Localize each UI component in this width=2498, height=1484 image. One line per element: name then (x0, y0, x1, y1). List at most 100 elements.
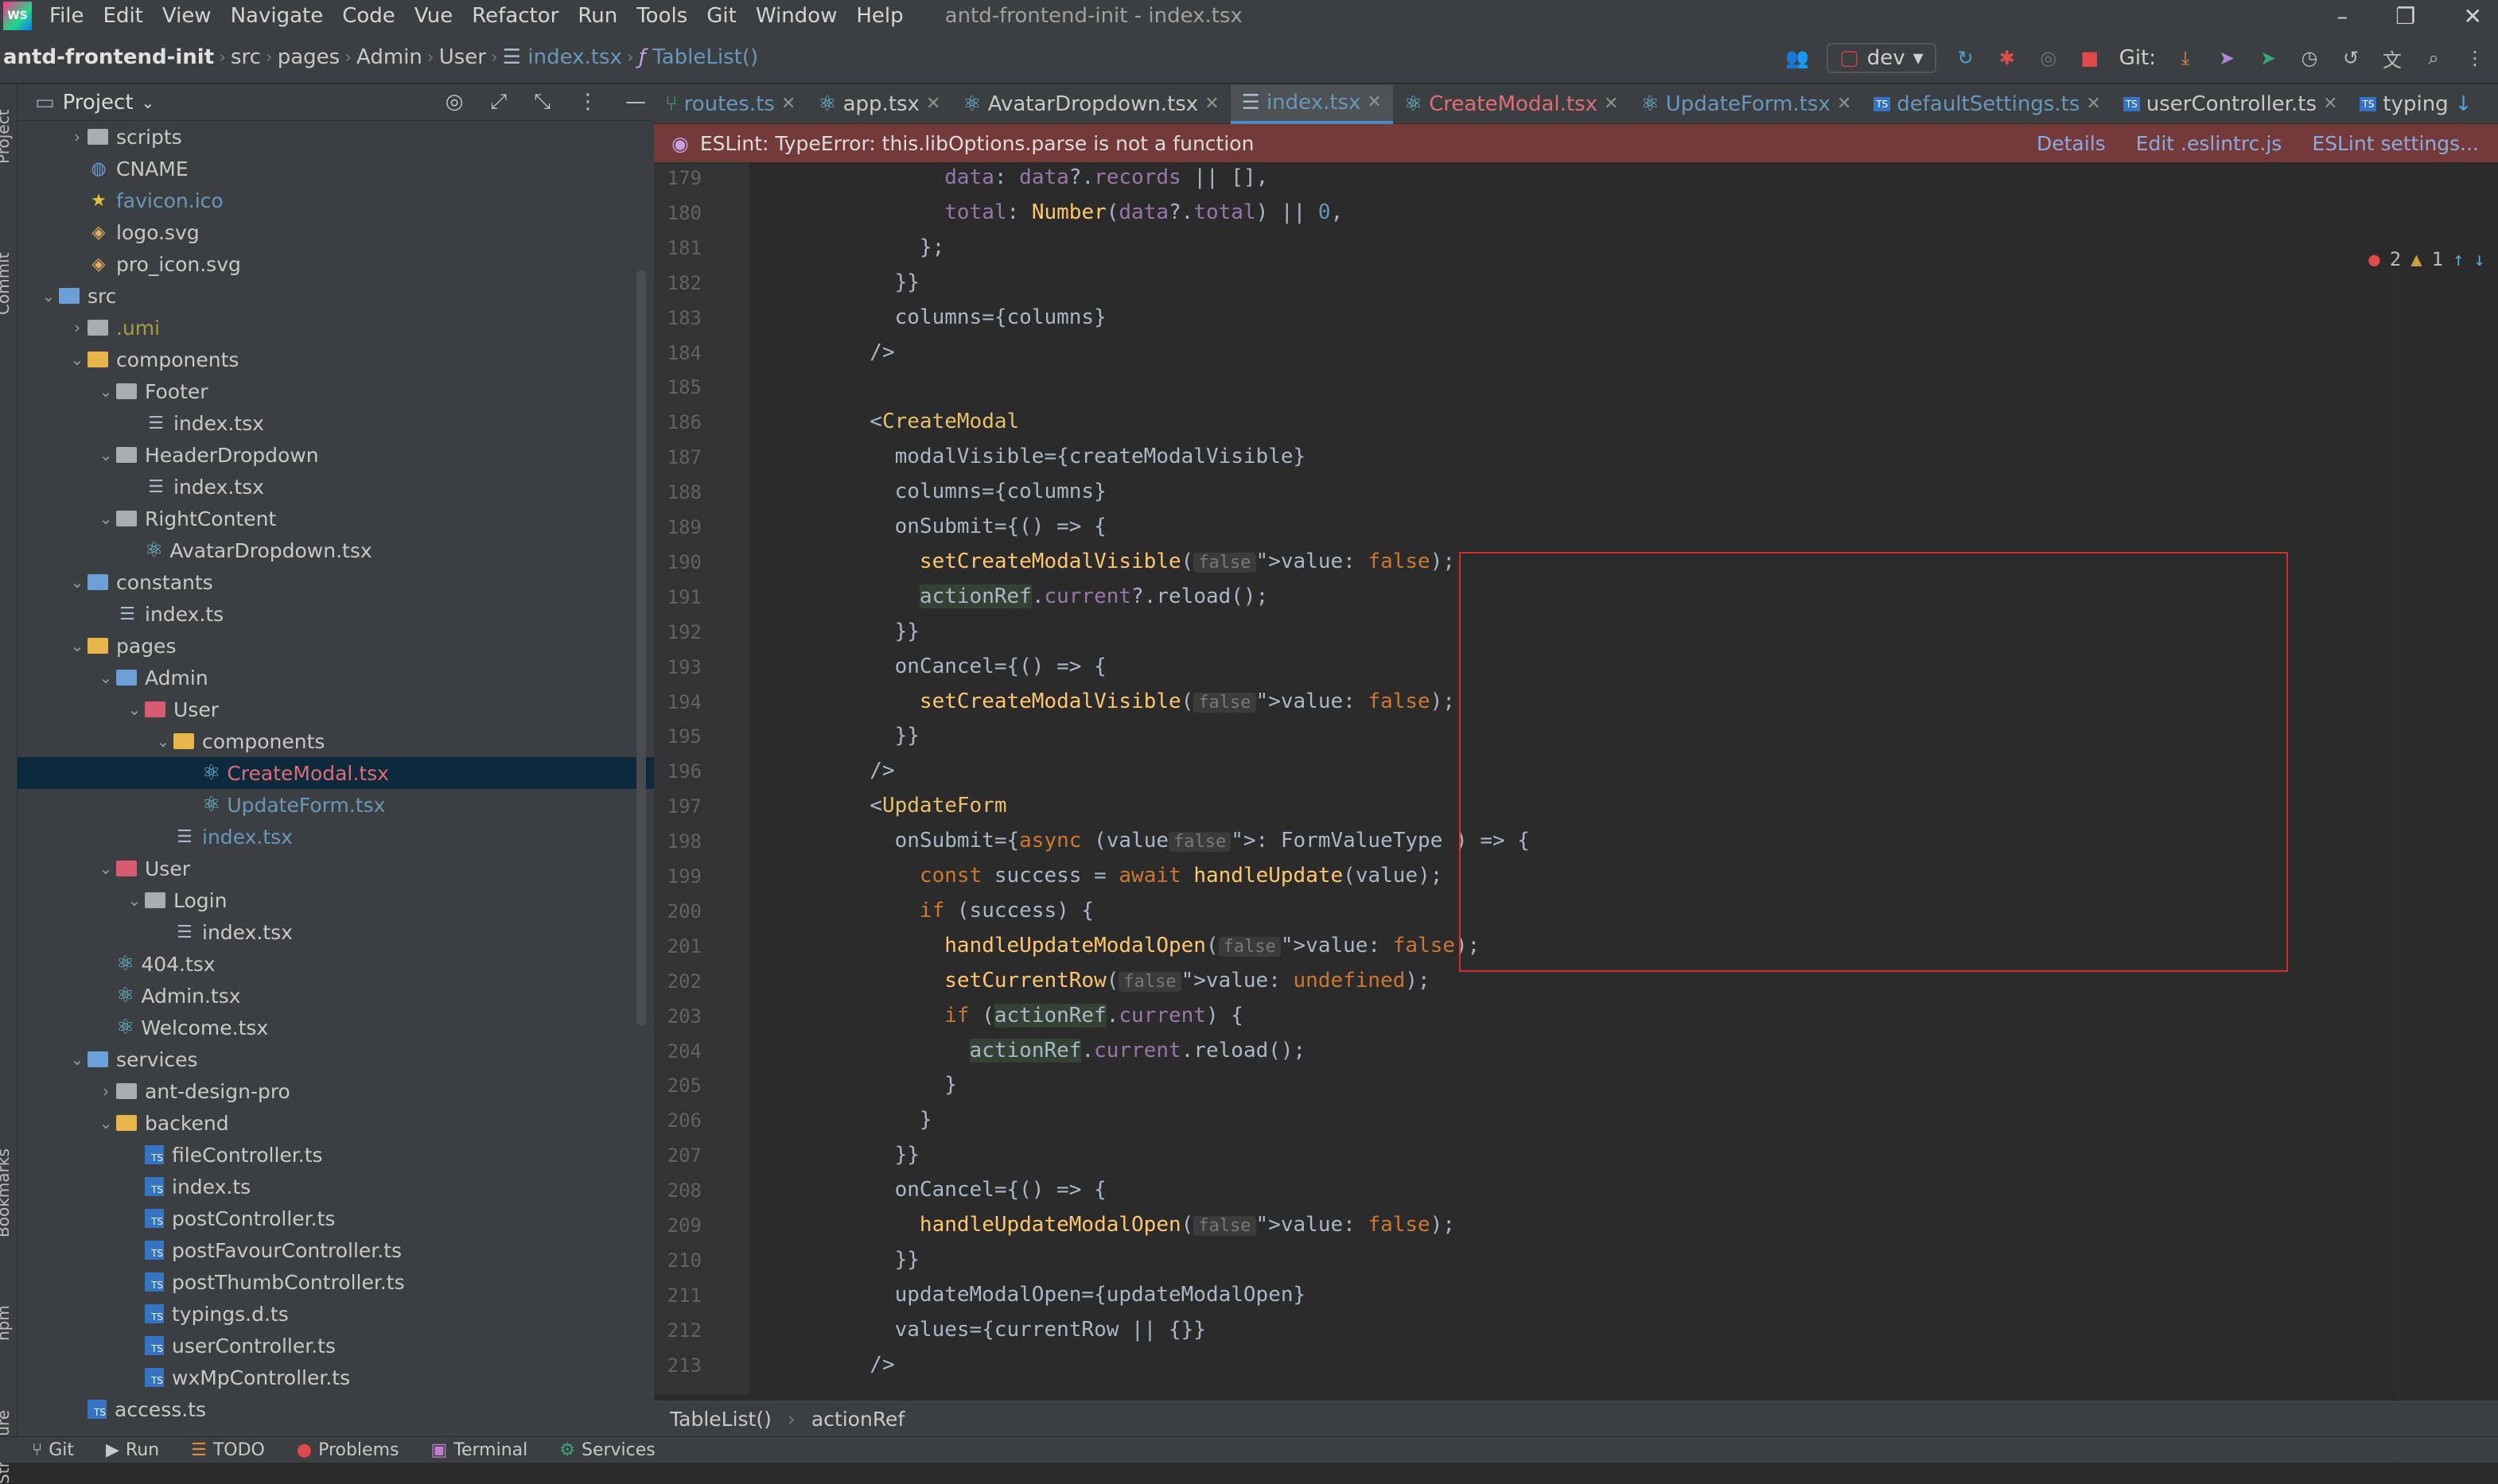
expand-icon[interactable]: ⤢ (490, 90, 507, 115)
rollback-icon[interactable]: ↺ (2339, 46, 2363, 70)
tree-item[interactable]: › ant-design-pro (18, 1075, 654, 1107)
tree-item[interactable]: ⌄ pages (18, 630, 654, 662)
tree-item[interactable]: ⚛ 404.tsx (18, 948, 654, 980)
tree-item[interactable]: TS fileController.ts (18, 1139, 654, 1171)
problems-tool-button[interactable]: ● Problems (297, 1440, 399, 1460)
tree-item[interactable]: ⚛ Admin.tsx (18, 980, 654, 1012)
editor-tab[interactable]: TS userController.ts ✕ (2112, 84, 2349, 124)
tree-item[interactable]: ⌄ HeaderDropdown (18, 439, 654, 471)
chevron-right-icon[interactable]: › (95, 1082, 116, 1101)
run-config-select[interactable]: ▢ dev ▾ (1827, 43, 1936, 73)
tree-item[interactable]: TS access.ts (18, 1393, 654, 1425)
menu-view[interactable]: View (162, 4, 212, 28)
breadcrumb-project[interactable]: antd-frontend-init (3, 45, 214, 69)
chevron-down-icon[interactable]: ⌄ (95, 859, 116, 878)
chevron-down-icon[interactable]: ⌄ (124, 891, 145, 910)
tool-project[interactable]: Project (0, 110, 13, 164)
eslint-edit-config-link[interactable]: Edit .eslintrc.js (2136, 132, 2282, 155)
tree-item[interactable]: ⌄ services (18, 1043, 654, 1075)
tree-item[interactable]: ☰ index.ts (18, 598, 654, 630)
tree-item[interactable]: TS typings.d.ts (18, 1298, 654, 1330)
coverage-icon[interactable]: ◎ (2037, 46, 2060, 70)
eslint-settings-link[interactable]: ESLint settings... (2312, 132, 2479, 155)
git-update-icon[interactable]: ⤓ (2173, 46, 2197, 70)
menu-edit[interactable]: Edit (103, 4, 143, 28)
tree-item[interactable]: TS wxMpController.ts (18, 1362, 654, 1393)
inspection-widget[interactable]: ● 2 ▲ 1 ↑ ↓ (2368, 248, 2485, 270)
editor-tab[interactable]: TS typing ↓ (2348, 84, 2483, 124)
tree-item[interactable]: ⌄ components (18, 344, 654, 375)
chevron-down-icon[interactable]: ⌄ (95, 668, 116, 687)
chevron-down-icon[interactable]: ⌄ (95, 509, 116, 528)
tree-item[interactable]: ⚛ AvatarDropdown.tsx (18, 534, 654, 566)
breadcrumb-pages[interactable]: pages (278, 45, 340, 69)
history-icon[interactable]: ◷ (2298, 46, 2321, 70)
editor-tab[interactable]: ⚛ UpdateForm.tsx ✕ (1629, 84, 1862, 124)
editor-tab[interactable]: TS defaultSettings.ts ✕ (1862, 84, 2112, 124)
tree-item[interactable]: ⚛ UpdateForm.tsx (18, 789, 654, 821)
chevron-down-icon[interactable]: ⌄ (67, 636, 88, 655)
chevron-down-icon[interactable]: ⌄ (95, 1113, 116, 1132)
tree-item[interactable]: › .umi (18, 312, 654, 344)
project-view-select[interactable]: ▭ Project ⌄ (35, 91, 154, 115)
tool-commit[interactable]: Commit (0, 252, 13, 315)
hide-icon[interactable]: — (625, 90, 646, 115)
tool-npm[interactable]: npm (0, 1305, 13, 1341)
services-tool-button[interactable]: ⚙ Services (559, 1440, 656, 1460)
git-commit-icon[interactable]: ➤ (2215, 46, 2239, 70)
tab-overflow-icon[interactable]: ↓ (2455, 92, 2473, 116)
tree-item[interactable]: ⚛ CreateModal.tsx (18, 757, 654, 789)
menu-help[interactable]: Help (856, 4, 903, 28)
tree-item[interactable]: ☰ index.tsx (18, 916, 654, 948)
tree-item[interactable]: ⌄ User (18, 853, 654, 884)
tree-item[interactable]: › scripts (18, 121, 654, 153)
tree-item[interactable]: ◍ CNAME (18, 153, 654, 185)
code-editor[interactable]: 179 180 181 182 183 184 185 186 187 188 189 190 191 1… (654, 162, 2498, 1473)
close-tab-icon[interactable]: ✕ (2323, 94, 2337, 114)
menu-refactor[interactable]: Refactor (472, 4, 558, 28)
project-scrollbar[interactable] (636, 270, 646, 1026)
breadcrumb-symbol[interactable]: ƒ TableList() (639, 45, 758, 69)
editor-tab[interactable]: ⑂ routes.ts ✕ (654, 84, 807, 124)
tree-item[interactable]: ◈ logo.svg (18, 216, 654, 248)
tree-item[interactable]: ⌄ components (18, 725, 654, 757)
previous-highlight-icon[interactable]: ↑ (2453, 248, 2464, 270)
tree-item[interactable]: TS index.ts (18, 1171, 654, 1202)
chevron-down-icon[interactable]: ⌄ (153, 732, 173, 751)
minimize-icon[interactable]: – (2337, 3, 2348, 29)
tree-item[interactable]: ⌄ User (18, 693, 654, 725)
run-tool-button[interactable]: ▶ Run (106, 1440, 159, 1460)
todo-tool-button[interactable]: ☰ TODO (191, 1440, 265, 1460)
stop-icon[interactable]: ■ (2078, 46, 2102, 70)
locate-icon[interactable]: ◎ (446, 90, 464, 115)
next-highlight-icon[interactable]: ↓ (2474, 248, 2485, 270)
tree-item[interactable]: ☰ index.tsx (18, 407, 654, 439)
chevron-right-icon[interactable]: › (67, 318, 88, 337)
tree-item[interactable]: ☰ index.tsx (18, 471, 654, 503)
tree-item[interactable]: ⌄ Footer (18, 375, 654, 407)
close-tab-icon[interactable]: ✕ (926, 94, 940, 114)
tree-item[interactable]: ⌄ Login (18, 884, 654, 916)
tree-item[interactable]: TS postThumbController.ts (18, 1266, 654, 1298)
search-icon[interactable]: ⌕ (2422, 46, 2445, 70)
tree-item[interactable]: ☰ index.tsx (18, 821, 654, 853)
chevron-right-icon[interactable]: › (67, 127, 88, 146)
editor-tab[interactable]: ⚛ CreateModal.tsx ✕ (1393, 84, 1630, 124)
restore-icon[interactable]: ❐ (2395, 3, 2415, 29)
close-tab-icon[interactable]: ✕ (781, 94, 796, 114)
menu-window[interactable]: Window (756, 4, 838, 28)
editor-tab[interactable]: ⚛ AvatarDropdown.tsx ✕ (951, 84, 1230, 124)
chevron-down-icon[interactable]: ⌄ (67, 1050, 88, 1069)
menu-run[interactable]: Run (578, 4, 617, 28)
editor-tab[interactable]: ⚛ app.tsx ✕ (807, 84, 951, 124)
close-tab-icon[interactable]: ✕ (1204, 94, 1219, 114)
eslint-details-link[interactable]: Details (2037, 132, 2106, 155)
menu-file[interactable]: File (49, 4, 84, 28)
breadcrumb-admin[interactable]: Admin (356, 45, 422, 69)
menu-git[interactable]: Git (706, 4, 737, 28)
git-tool-button[interactable]: ⑂ Git (32, 1440, 74, 1460)
tree-item[interactable]: ⌄ constants (18, 566, 654, 598)
git-push-icon[interactable]: ➤ (2256, 46, 2280, 70)
tree-item[interactable]: ⌄ backend (18, 1107, 654, 1139)
menu-code[interactable]: Code (342, 4, 395, 28)
